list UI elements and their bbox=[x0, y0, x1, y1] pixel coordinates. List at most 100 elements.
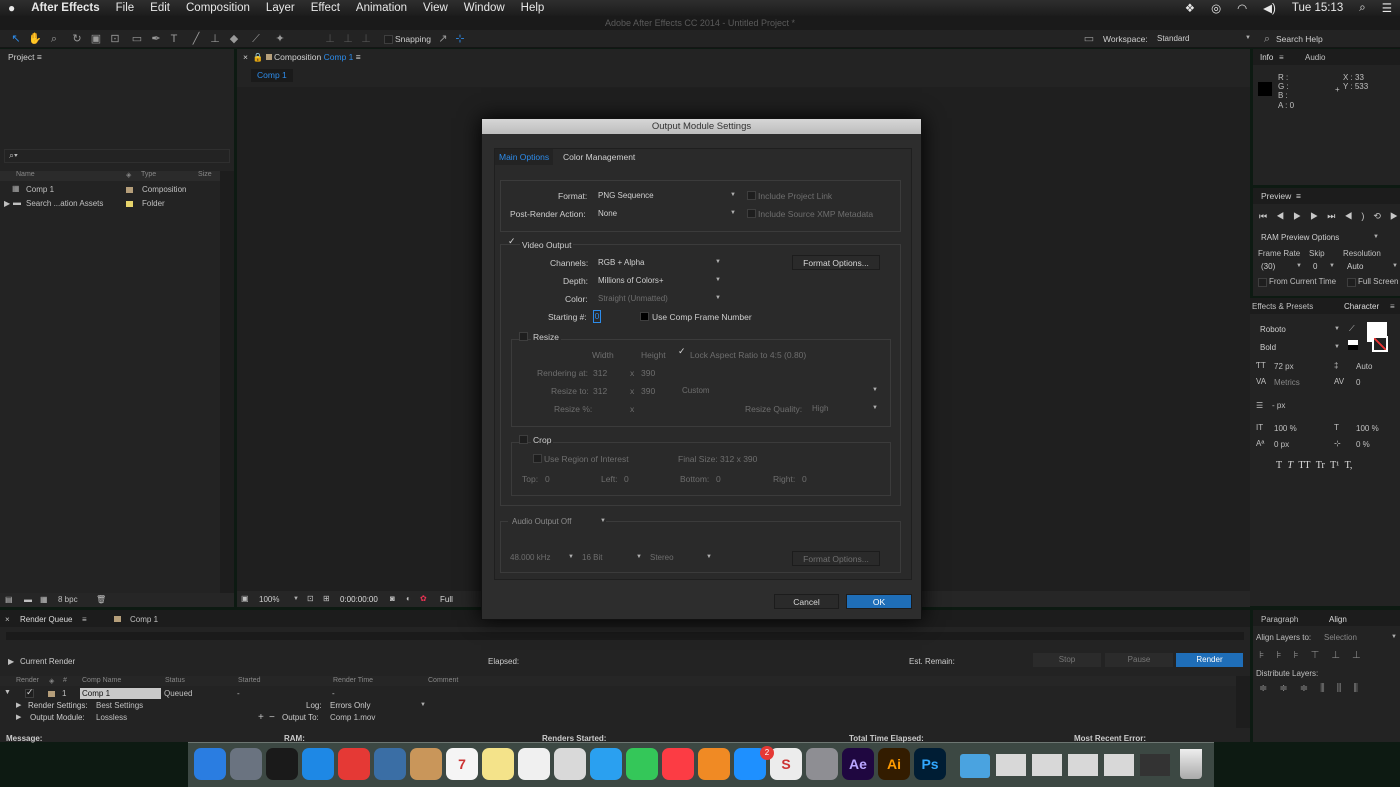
sublime-icon[interactable]: S bbox=[770, 748, 802, 780]
after-effects-icon[interactable]: Ae bbox=[842, 748, 874, 780]
resize-preset-dropdown[interactable]: Custom bbox=[682, 384, 878, 397]
minimized-window[interactable] bbox=[1140, 754, 1170, 776]
column-number[interactable]: # bbox=[63, 677, 67, 684]
spotify-icon[interactable] bbox=[266, 748, 298, 780]
tab-align[interactable]: Align bbox=[1329, 615, 1347, 624]
new-folder-icon[interactable]: ▬ bbox=[24, 595, 32, 604]
pen-tool-icon[interactable]: ✒ bbox=[149, 32, 163, 46]
notification-center-icon[interactable]: ☰ bbox=[1374, 1, 1400, 15]
project-scrollbar[interactable] bbox=[220, 171, 234, 593]
expand-arrow-icon[interactable]: ▶ bbox=[8, 657, 14, 666]
render-queue-menu-icon[interactable]: ≡ bbox=[82, 615, 87, 624]
apple-icon[interactable]: ● bbox=[0, 1, 23, 15]
menu-animation[interactable]: Animation bbox=[348, 2, 415, 14]
expand-arrow-icon[interactable]: ▶ bbox=[4, 199, 10, 208]
ok-button[interactable]: OK bbox=[846, 594, 912, 609]
ibooks-icon[interactable] bbox=[698, 748, 730, 780]
menu-app-name[interactable]: After Effects bbox=[23, 2, 107, 14]
roto-brush-tool-icon[interactable]: ⟋ bbox=[249, 32, 263, 46]
volume-icon[interactable]: ◀) bbox=[1255, 1, 1284, 15]
chrome-icon[interactable] bbox=[338, 748, 370, 780]
kerning-field[interactable]: Metrics bbox=[1274, 378, 1300, 387]
audio-output-dropdown[interactable]: Audio Output Off bbox=[508, 515, 606, 528]
remove-output-icon[interactable]: − bbox=[269, 712, 275, 723]
illustrator-icon[interactable]: Ai bbox=[878, 748, 910, 780]
column-type[interactable]: Type bbox=[141, 171, 156, 178]
render-queue-scrollbar[interactable] bbox=[1236, 676, 1250, 728]
channel-icon[interactable]: ✿ bbox=[420, 594, 427, 603]
stop-button[interactable]: Stop bbox=[1033, 653, 1101, 667]
menu-window[interactable]: Window bbox=[456, 2, 513, 14]
reminders-icon[interactable] bbox=[518, 748, 550, 780]
wifi-icon[interactable]: ◠ bbox=[1229, 1, 1255, 15]
snapping-checkbox[interactable] bbox=[384, 35, 393, 44]
always-preview-icon[interactable]: ▣ bbox=[241, 594, 249, 603]
project-search-input[interactable]: ⌕▾ bbox=[4, 149, 230, 163]
ram-preview-options-dropdown[interactable]: RAM Preview Options bbox=[1261, 231, 1379, 244]
cancel-button[interactable]: Cancel bbox=[774, 594, 839, 609]
color-dropdown[interactable]: Straight (Unmatted) bbox=[598, 292, 721, 305]
character-menu-icon[interactable]: ≡ bbox=[1390, 302, 1395, 311]
tab-paragraph[interactable]: Paragraph bbox=[1261, 615, 1298, 624]
use-comp-frame-number-checkbox[interactable] bbox=[640, 312, 649, 321]
all-caps-button[interactable]: TT bbox=[1298, 460, 1310, 471]
menu-composition[interactable]: Composition bbox=[178, 2, 258, 14]
font-size-field[interactable]: 72 px bbox=[1274, 362, 1294, 371]
crop-checkbox[interactable] bbox=[519, 435, 528, 444]
render-checkbox[interactable] bbox=[25, 687, 34, 698]
menu-file[interactable]: File bbox=[108, 2, 143, 14]
tab-info[interactable]: Info bbox=[1260, 53, 1273, 62]
crop-left-input[interactable]: 0 bbox=[624, 474, 629, 484]
include-project-link-checkbox[interactable] bbox=[747, 191, 756, 200]
table-row[interactable]: ▦ Comp 1 Composition bbox=[0, 183, 220, 196]
trash-icon[interactable]: 🗑 bbox=[96, 595, 106, 604]
audio-channels-dropdown[interactable]: Stereo bbox=[650, 551, 712, 564]
ram-preview-icon[interactable]: ▶ bbox=[1390, 211, 1399, 221]
comp-subtab[interactable]: Comp 1 bbox=[251, 69, 293, 82]
zoom-dropdown[interactable]: 100% bbox=[259, 593, 299, 606]
mask-visibility-icon[interactable]: ⊞ bbox=[323, 594, 330, 603]
itunes-icon[interactable] bbox=[662, 748, 694, 780]
workspace-dropdown[interactable]: Standard bbox=[1157, 32, 1251, 45]
previous-frame-icon[interactable]: ◀ bbox=[1276, 211, 1293, 221]
play-icon[interactable]: ▶ bbox=[1293, 211, 1310, 221]
spotlight-icon[interactable]: ⌕ bbox=[1351, 2, 1373, 15]
snap-edges-icon[interactable]: ↗ bbox=[436, 32, 450, 46]
hand-tool-icon[interactable]: ✋ bbox=[28, 32, 42, 46]
photoshop-icon[interactable]: Ps bbox=[914, 748, 946, 780]
last-frame-icon[interactable]: ⏭ bbox=[1327, 211, 1344, 221]
column-render-time[interactable]: Render Time bbox=[333, 677, 373, 684]
align-buttons[interactable]: ⊧⊧⊧⊤⊥⊥ bbox=[1259, 650, 1399, 662]
view-axis-icon[interactable]: ⊥ bbox=[359, 32, 373, 46]
calendar-icon[interactable]: 7 bbox=[446, 748, 478, 780]
resolution-preview-dropdown[interactable]: Auto bbox=[1347, 260, 1398, 273]
launchpad-icon[interactable] bbox=[230, 748, 262, 780]
resize-quality-dropdown[interactable]: High bbox=[812, 402, 878, 415]
tab-render-queue[interactable]: Render Queue bbox=[20, 615, 72, 624]
channels-dropdown[interactable]: RGB + Alpha bbox=[598, 256, 721, 269]
eyedropper-icon[interactable]: ⟋ bbox=[1349, 324, 1355, 334]
preview-icon[interactable] bbox=[374, 748, 406, 780]
rotate-tool-icon[interactable]: ↻ bbox=[70, 32, 84, 46]
clone-stamp-tool-icon[interactable]: ⊥ bbox=[208, 32, 222, 46]
resolution-dropdown[interactable]: Full bbox=[440, 595, 453, 604]
safari-icon[interactable] bbox=[302, 748, 334, 780]
stroke-color-swatch[interactable] bbox=[1372, 336, 1388, 352]
local-axis-icon[interactable]: ⊥ bbox=[323, 32, 337, 46]
format-options-button[interactable]: Format Options... bbox=[792, 255, 880, 270]
eraser-tool-icon[interactable]: ◆ bbox=[227, 32, 241, 46]
expand-arrow-icon[interactable]: ▶ bbox=[16, 701, 21, 709]
baseline-shift-field[interactable]: 0 px bbox=[1274, 440, 1289, 449]
label-column-icon[interactable]: ◈ bbox=[126, 171, 131, 179]
skip-dropdown[interactable]: 0 bbox=[1313, 260, 1335, 273]
horizontal-scale-field[interactable]: 100 % bbox=[1356, 424, 1379, 433]
tab-main-options[interactable]: Main Options bbox=[495, 149, 554, 165]
sync-icon[interactable]: ◎ bbox=[1203, 1, 1229, 15]
interpret-footage-icon[interactable]: ▤ bbox=[5, 595, 13, 604]
new-composition-icon[interactable]: ▦ bbox=[40, 595, 48, 604]
column-comp-name[interactable]: Comp Name bbox=[82, 677, 121, 684]
selection-tool-icon[interactable]: ↖ bbox=[9, 32, 23, 46]
project-tab[interactable]: Project ≡ bbox=[0, 49, 234, 65]
mute-icon[interactable]: ◀) bbox=[1344, 211, 1373, 221]
snapshot-icon[interactable]: ◙ bbox=[390, 594, 395, 603]
